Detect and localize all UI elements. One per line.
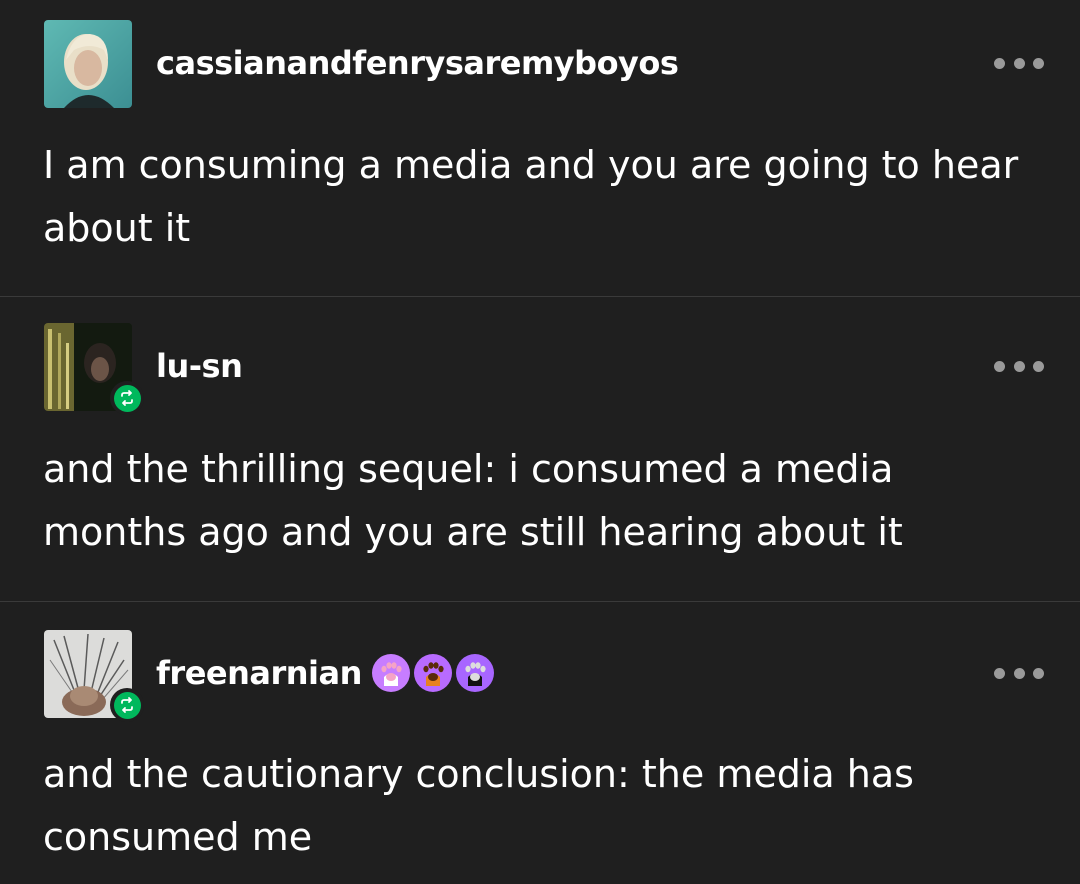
more-options-icon[interactable] xyxy=(994,356,1044,376)
paw-icon[interactable] xyxy=(371,654,410,692)
avatar[interactable] xyxy=(44,323,144,415)
paw-icon[interactable] xyxy=(413,654,452,692)
reblog-icon xyxy=(121,697,133,713)
post-cassianandfenrysaremyboyos: cassianandfenrysaremyboyos I am consumin… xyxy=(0,0,1080,296)
post-body: I am consuming a media and you are going… xyxy=(43,143,1019,250)
username-row: freenarnian xyxy=(156,654,494,692)
avatar[interactable] xyxy=(44,630,144,722)
username[interactable]: freenarnian xyxy=(156,654,362,692)
more-options-icon[interactable] xyxy=(994,53,1044,73)
more-options-icon[interactable] xyxy=(994,663,1044,683)
reblog-badge xyxy=(110,688,144,722)
username[interactable]: cassianandfenrysaremyboyos xyxy=(156,44,679,82)
badges xyxy=(371,654,494,692)
reblog-icon xyxy=(121,390,133,406)
paw-icon[interactable] xyxy=(455,654,494,692)
avatar[interactable] xyxy=(44,20,132,108)
reblog-badge xyxy=(110,381,144,415)
post-body: and the thrilling sequel: i consumed a m… xyxy=(43,447,903,554)
post-freenarnian: freenarnian and the cautionary conclusio… xyxy=(0,602,1080,884)
post-body: and the cautionary conclusion: the media… xyxy=(43,752,914,859)
username[interactable]: lu-sn xyxy=(156,347,243,385)
post-lu-sn: lu-sn and the thrilling sequel: i consum… xyxy=(0,297,1080,601)
